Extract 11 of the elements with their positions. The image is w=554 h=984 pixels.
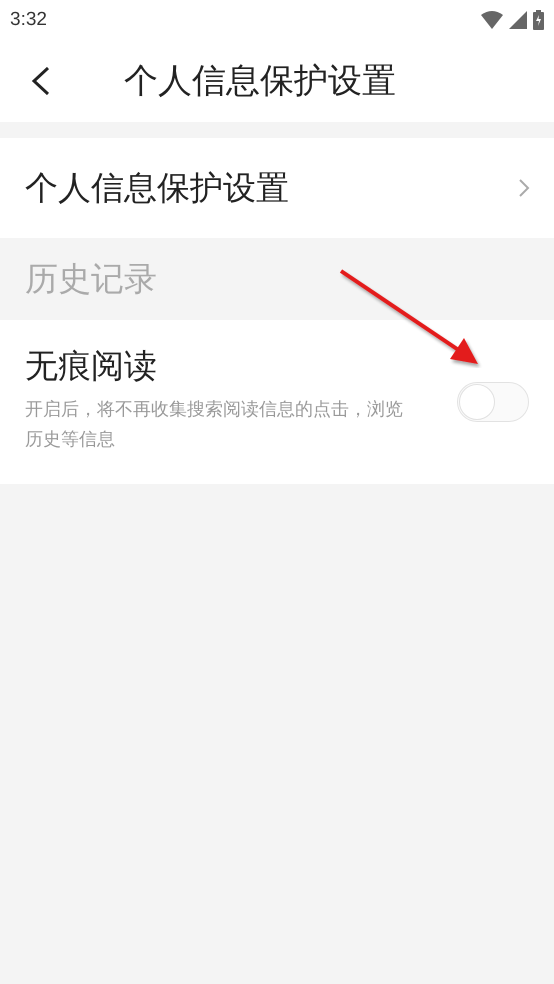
signal-icon	[509, 11, 527, 29]
page-title: 个人信息保护设置	[124, 60, 396, 103]
settings-row[interactable]: 个人信息保护设置	[0, 138, 554, 238]
setting-title: 无痕阅读	[25, 344, 158, 386]
chevron-icon	[518, 178, 530, 198]
battery-icon	[533, 10, 544, 30]
toggle-switch[interactable]	[457, 382, 529, 422]
status-time: 3:32	[10, 9, 47, 31]
wifi-icon	[481, 11, 503, 29]
section-heading: 历史记录	[25, 258, 157, 300]
setting-description: 开启后，将不再收集搜索阅读信息的点击，浏览历史等信息	[25, 398, 404, 452]
